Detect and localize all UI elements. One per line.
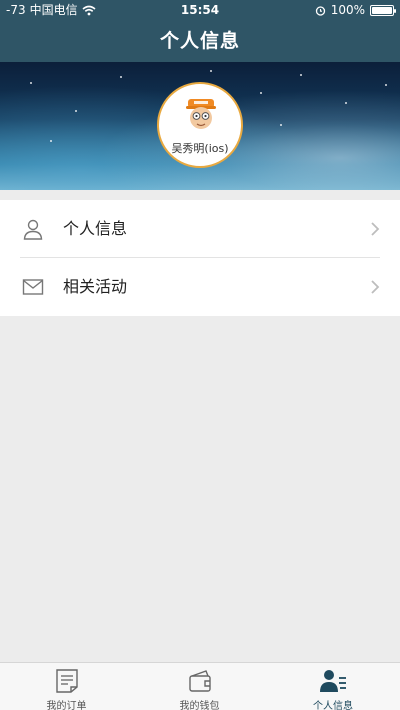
document-icon bbox=[56, 669, 78, 693]
status-bar: -73 中国电信 15:54 100% bbox=[0, 0, 400, 20]
person-icon bbox=[23, 219, 43, 240]
tab-personal-info[interactable]: 个人信息 bbox=[266, 663, 400, 710]
alarm-icon bbox=[315, 5, 325, 16]
profile-icon bbox=[320, 670, 346, 692]
top-bar: -73 中国电信 15:54 100% 个人信息 bbox=[0, 0, 400, 62]
status-right: 100% bbox=[315, 0, 396, 20]
menu-item-activities[interactable]: 相关活动 bbox=[0, 258, 400, 315]
battery-icon bbox=[370, 4, 396, 16]
avatar[interactable]: 吴秀明(ios) bbox=[157, 82, 243, 168]
wallet-icon bbox=[189, 670, 211, 692]
avatar-face-icon bbox=[186, 99, 216, 129]
menu-list: 个人信息 相关活动 bbox=[0, 200, 400, 316]
tab-bar: 我的订单 我的钱包 个人信息 bbox=[0, 662, 400, 710]
tab-my-wallet[interactable]: 我的钱包 bbox=[133, 663, 266, 710]
menu-item-label: 个人信息 bbox=[63, 219, 128, 238]
user-name: 吴秀明(ios) bbox=[171, 142, 229, 155]
chevron-right-icon bbox=[371, 222, 380, 236]
tab-label: 个人信息 bbox=[313, 701, 353, 710]
tab-label: 我的钱包 bbox=[179, 701, 220, 710]
page-title: 个人信息 bbox=[159, 30, 240, 52]
chevron-right-icon bbox=[371, 280, 380, 294]
battery-percent: 100% bbox=[330, 3, 365, 17]
tab-my-orders[interactable]: 我的订单 bbox=[0, 663, 133, 710]
menu-item-personal-info[interactable]: 个人信息 bbox=[0, 200, 400, 258]
menu-item-label: 相关活动 bbox=[63, 277, 128, 296]
envelope-icon bbox=[22, 279, 44, 295]
tab-label: 我的订单 bbox=[46, 701, 87, 710]
